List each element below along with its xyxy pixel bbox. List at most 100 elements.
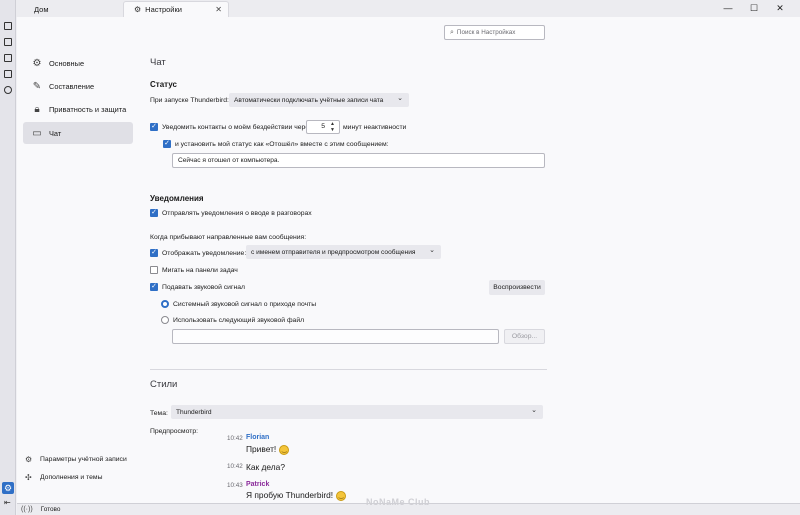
section-divider bbox=[150, 369, 547, 370]
puzzle-icon: ✣ bbox=[25, 473, 32, 482]
typing-label: Отправлять уведомления о вводе в разгово… bbox=[162, 210, 312, 217]
custom-sound-radio[interactable] bbox=[161, 316, 169, 324]
settings-content: ⚙ Основные ✎ Составление 🔒︎ Приватность … bbox=[17, 17, 800, 503]
settings-space-button[interactable]: ⚙ bbox=[2, 482, 14, 494]
message-time: 10:42 bbox=[227, 435, 243, 442]
message-time: 10:42 bbox=[227, 463, 243, 470]
system-sound-label: Системный звуковой сигнал о приходе почт… bbox=[173, 301, 317, 308]
chevron-down-icon: ⌄ bbox=[531, 407, 537, 414]
custom-sound-label: Использовать следующий звуковой файл bbox=[173, 317, 305, 324]
tab-settings[interactable]: ⚙ Настройки ✕ bbox=[123, 1, 229, 17]
nav-item-composition[interactable]: ✎ Составление bbox=[23, 75, 133, 97]
idle-checkbox[interactable]: ✓ bbox=[150, 123, 158, 131]
chat-icon[interactable] bbox=[4, 86, 12, 94]
message-text: Как дела? bbox=[246, 462, 285, 472]
notification-style-value: с именем отправителя и предпросмотром со… bbox=[251, 248, 416, 256]
tasks-icon[interactable] bbox=[4, 70, 12, 78]
message-time: 10:43 bbox=[227, 482, 243, 489]
message-text-row: Как дела? bbox=[246, 462, 285, 472]
theme-label: Тема: bbox=[150, 410, 168, 417]
idle-label: Уведомить контакты о моём бездействии че… bbox=[162, 124, 313, 131]
browse-button[interactable]: Обзор... bbox=[504, 329, 545, 344]
gear-icon: ⚙ bbox=[3, 483, 13, 493]
message-text-row: Я пробую Thunderbird! ‿ bbox=[246, 490, 347, 501]
play-sound-button[interactable]: Воспроизвести bbox=[489, 280, 545, 295]
notifications-heading: Уведомления bbox=[150, 194, 204, 203]
close-tab-icon[interactable]: ✕ bbox=[215, 5, 222, 14]
tab-home[interactable]: Дом bbox=[24, 1, 122, 17]
away-checkbox[interactable]: ✓ bbox=[163, 140, 171, 148]
title-bar: Дом ⚙ Настройки ✕ — ☐ ✕ bbox=[0, 0, 800, 17]
sound-checkbox[interactable]: ✓ bbox=[150, 283, 158, 291]
notification-style-select[interactable]: с именем отправителя и предпросмотром со… bbox=[246, 245, 441, 259]
message-sender: Patrick bbox=[246, 481, 270, 488]
message-text-row: Привет! ‿ bbox=[246, 444, 290, 455]
lock-icon: 🔒︎ bbox=[34, 103, 40, 115]
sound-file-input[interactable] bbox=[172, 329, 499, 344]
close-button[interactable]: ✕ bbox=[770, 2, 790, 14]
page-title: Чат bbox=[150, 57, 166, 68]
nav-item-privacy[interactable]: 🔒︎ Приватность и защита bbox=[23, 98, 133, 120]
tab-home-label: Дом bbox=[34, 4, 49, 14]
search-icon: ⌕ bbox=[450, 28, 454, 36]
show-notification-checkbox[interactable]: ✓ bbox=[150, 249, 158, 257]
idle-suffix: минут неактивности bbox=[343, 124, 407, 131]
nav-account-settings[interactable]: ⚙ Параметры учётной записи bbox=[25, 455, 165, 464]
watermark: NoNaMe Club bbox=[366, 497, 430, 507]
stepper-down-icon[interactable]: ▼ bbox=[327, 127, 338, 133]
idle-minutes-value: 5 bbox=[321, 123, 325, 130]
startup-select-value: Автоматически подключать учётные записи … bbox=[234, 96, 384, 104]
account-icon: ⚙ bbox=[25, 455, 33, 464]
flash-taskbar-checkbox[interactable] bbox=[150, 266, 158, 274]
away-message-input[interactable]: Сейчас я отошел от компьютера. bbox=[172, 153, 545, 168]
chevron-down-icon: ⌄ bbox=[397, 95, 403, 102]
tab-settings-label: Настройки bbox=[145, 5, 182, 14]
preview-label: Предпросмотр: bbox=[150, 428, 198, 435]
minimize-button[interactable]: — bbox=[718, 2, 738, 14]
smiley-icon: ‿ bbox=[336, 490, 347, 501]
spaces-toolbar: ⚙ ⇤ bbox=[0, 0, 16, 515]
chat-icon: ▭ bbox=[32, 127, 42, 139]
away-message-value: Сейчас я отошел от компьютера. bbox=[178, 157, 280, 164]
styles-heading: Стили bbox=[150, 379, 178, 390]
online-status-icon[interactable]: ((·)) bbox=[21, 506, 33, 513]
smiley-icon: ‿ bbox=[279, 444, 290, 455]
nav-item-label: Составление bbox=[49, 81, 95, 91]
away-label: и установить мой статус как «Отошёл» вме… bbox=[175, 141, 389, 148]
address-book-icon[interactable] bbox=[4, 38, 12, 46]
gear-icon: ⚙ bbox=[134, 5, 142, 14]
nav-account-label: Параметры учётной записи bbox=[40, 456, 127, 463]
startup-select[interactable]: Автоматически подключать учётные записи … bbox=[229, 93, 409, 107]
maximize-button[interactable]: ☐ bbox=[744, 2, 764, 14]
flash-taskbar-label: Мигать на панели задач bbox=[162, 267, 238, 274]
theme-select-value: Thunderbird bbox=[176, 408, 212, 416]
mail-icon[interactable] bbox=[4, 22, 12, 30]
nav-item-chat[interactable]: ▭ Чат bbox=[23, 122, 133, 144]
startup-label: При запуске Thunderbird: bbox=[150, 97, 229, 104]
incoming-label: Когда прибывают направленные вам сообщен… bbox=[150, 234, 307, 241]
typing-checkbox[interactable]: ✓ bbox=[150, 209, 158, 217]
idle-minutes-stepper[interactable]: 5 ▲ ▼ bbox=[306, 120, 340, 134]
calendar-icon[interactable] bbox=[4, 54, 12, 62]
search-placeholder: Поиск в Настройках bbox=[456, 29, 516, 36]
message-text: Привет! bbox=[246, 444, 277, 454]
pencil-icon: ✎ bbox=[32, 80, 42, 92]
gear-icon: ⚙ bbox=[32, 57, 42, 69]
status-text: Готово bbox=[40, 506, 61, 513]
nav-item-label: Приватность и защита bbox=[49, 104, 127, 114]
show-notification-label: Отображать уведомление: bbox=[162, 250, 247, 257]
search-input[interactable]: ⌕ Поиск в Настройках bbox=[444, 25, 545, 40]
collapse-arrow-icon[interactable]: ⇤ bbox=[4, 498, 11, 507]
message-text: Я пробую Thunderbird! bbox=[246, 490, 334, 500]
nav-item-general[interactable]: ⚙ Основные bbox=[23, 52, 133, 74]
nav-item-label: Чат bbox=[49, 128, 62, 138]
sound-label: Подавать звуковой сигнал bbox=[162, 284, 245, 291]
system-sound-radio[interactable] bbox=[161, 300, 169, 308]
status-heading: Статус bbox=[150, 80, 177, 89]
nav-item-label: Основные bbox=[49, 58, 85, 68]
chevron-down-icon: ⌄ bbox=[429, 247, 435, 254]
theme-select[interactable]: Thunderbird ⌄ bbox=[171, 405, 543, 419]
nav-addons-themes[interactable]: ✣ Дополнения и темы bbox=[25, 473, 165, 482]
nav-addons-label: Дополнения и темы bbox=[40, 474, 103, 481]
message-sender: Florian bbox=[246, 434, 270, 441]
